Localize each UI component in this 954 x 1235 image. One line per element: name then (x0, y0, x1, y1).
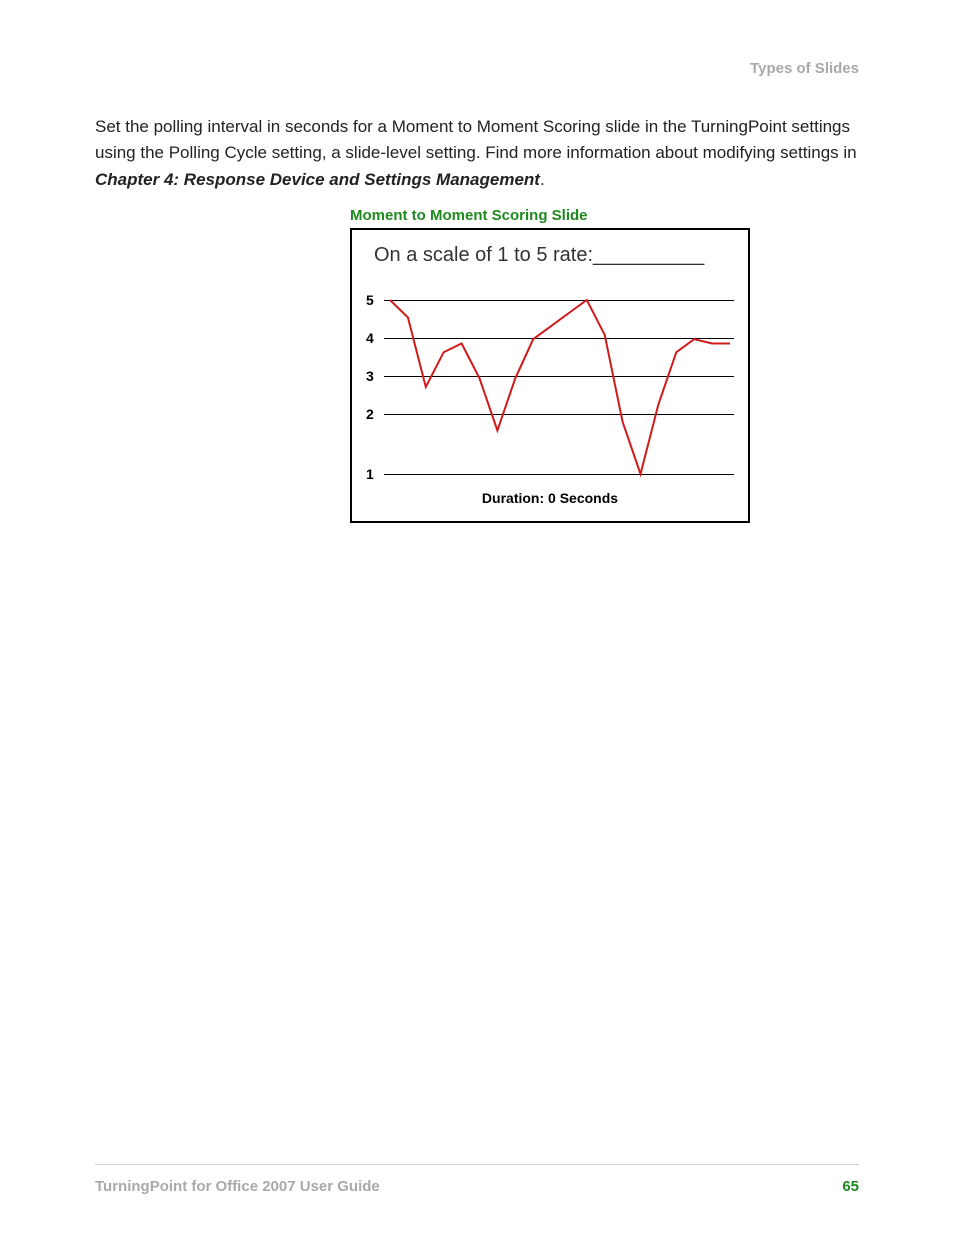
duration-label: Duration: 0 Seconds (352, 490, 748, 506)
y-tick-3: 3 (366, 368, 374, 384)
line-chart-svg (380, 288, 740, 488)
paragraph-text-pre: Set the polling interval in seconds for … (95, 117, 857, 162)
section-header: Types of Slides (750, 60, 859, 77)
paragraph-text-post: . (540, 170, 545, 189)
paragraph-emphasis: Chapter 4: Response Device and Settings … (95, 170, 540, 189)
figure-caption: Moment to Moment Scoring Slide (350, 207, 588, 224)
footer-rule (95, 1164, 859, 1165)
body-paragraph: Set the polling interval in seconds for … (95, 114, 859, 193)
y-tick-2: 2 (366, 406, 374, 422)
footer-doc-title: TurningPoint for Office 2007 User Guide (95, 1178, 380, 1195)
footer-page-number: 65 (842, 1178, 859, 1195)
chart-line (390, 300, 730, 474)
figure-title: On a scale of 1 to 5 rate:__________ (374, 244, 726, 267)
y-tick-4: 4 (366, 330, 374, 346)
figure-container: On a scale of 1 to 5 rate:__________ 5 4… (350, 228, 750, 523)
y-tick-1: 1 (366, 466, 374, 482)
y-tick-5: 5 (366, 292, 374, 308)
document-page: Types of Slides Set the polling interval… (0, 0, 954, 1235)
